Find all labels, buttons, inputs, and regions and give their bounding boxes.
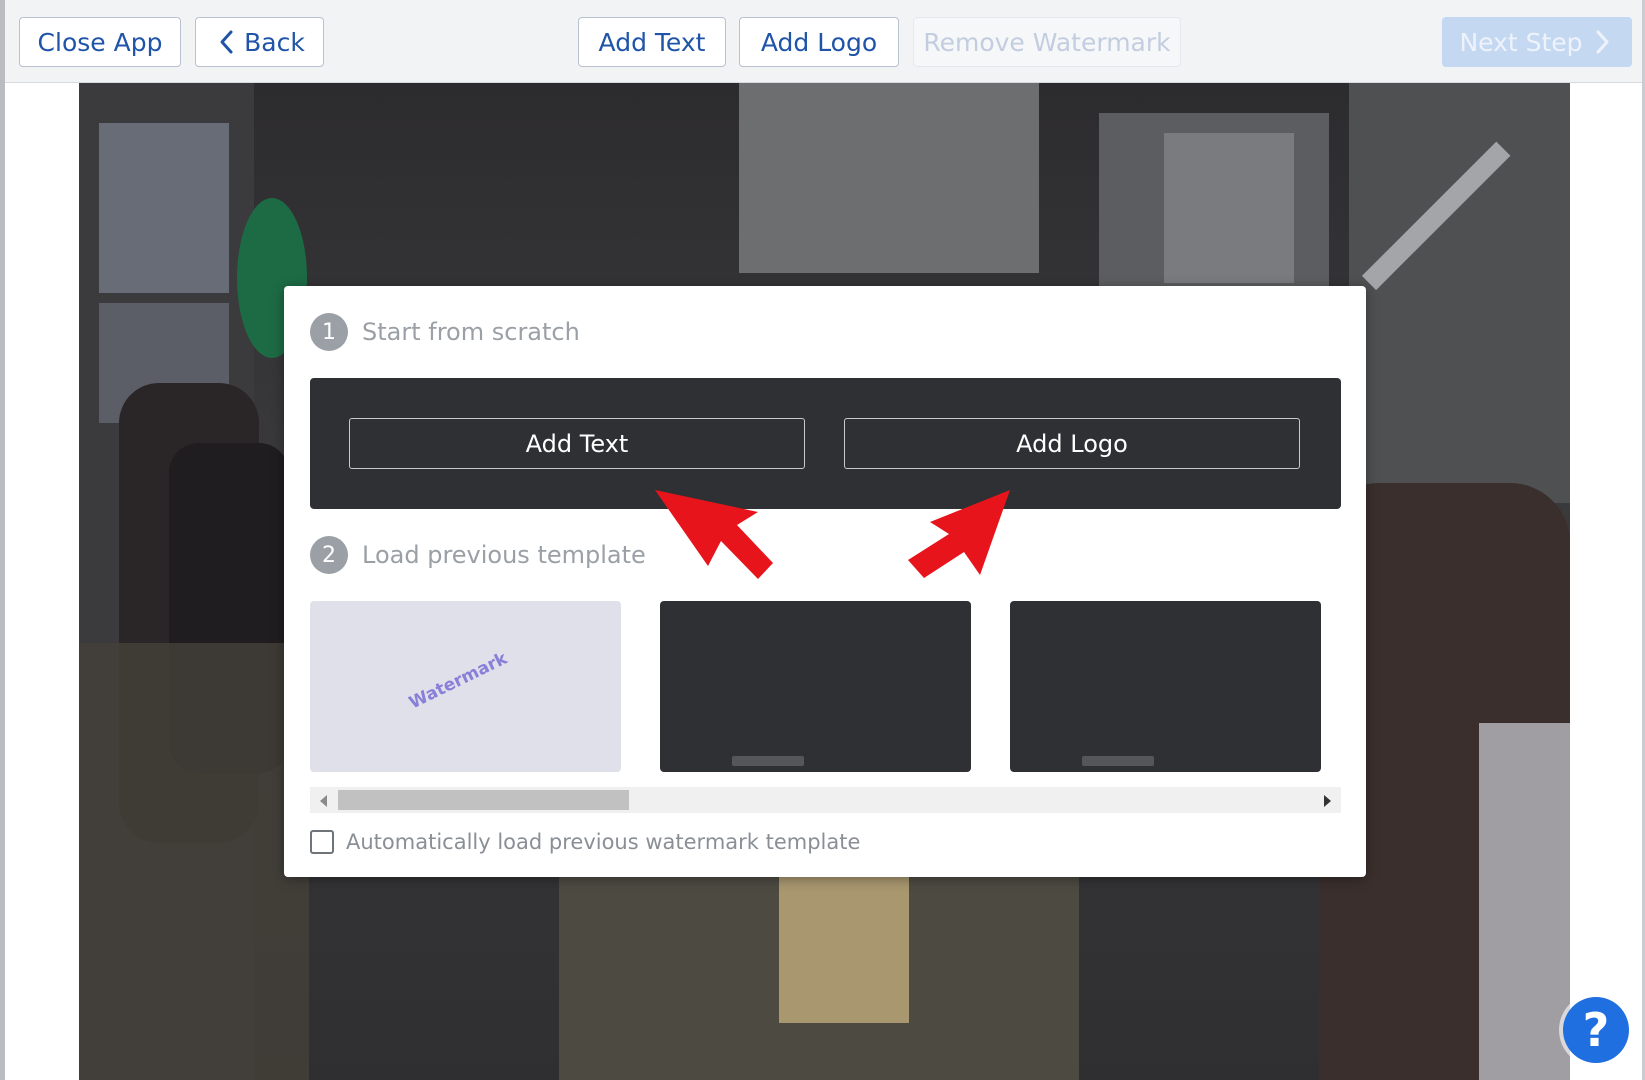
red-arrow-icon (908, 490, 1010, 578)
annotation-arrows (655, 490, 1010, 579)
red-arrow-icon (655, 490, 773, 579)
help-button[interactable]: ? (1563, 997, 1629, 1063)
help-label: ? (1582, 1003, 1610, 1057)
